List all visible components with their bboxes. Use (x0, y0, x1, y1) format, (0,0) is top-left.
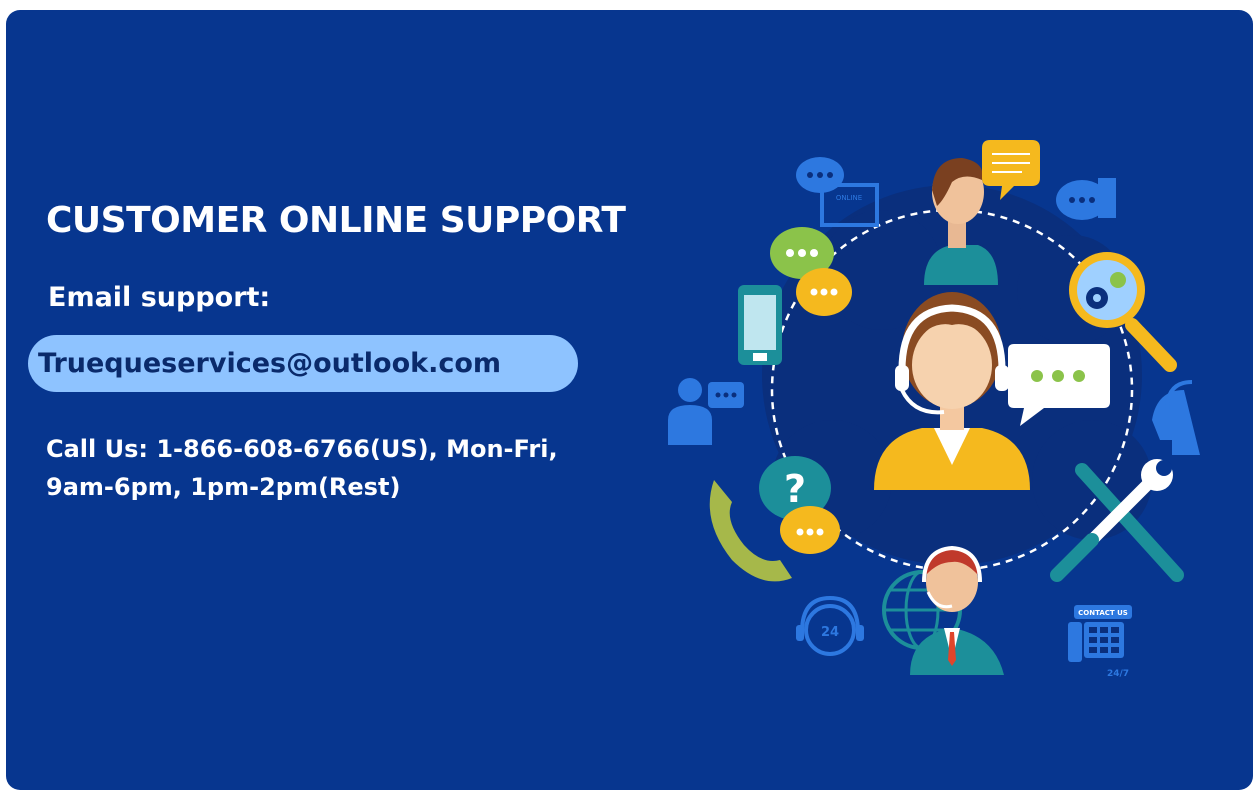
svg-text:?: ? (784, 467, 806, 511)
headset-24-icon: 24 (796, 595, 864, 656)
chat-bubble-blue-icon (1056, 178, 1116, 220)
badge-24-7: 24/7 (1107, 669, 1129, 679)
online-label: ONLINE (836, 194, 862, 202)
support-banner: CUSTOMER ONLINE SUPPORT Email support: T… (6, 10, 1253, 790)
page-title: CUSTOMER ONLINE SUPPORT (46, 200, 626, 241)
email-address-link[interactable]: Truequeservices@outlook.com (28, 335, 578, 392)
call-us-line-1: Call Us: 1-866-608-6766(US), Mon-Fri, (46, 435, 558, 463)
support-illustration: ONLINE ? 24 CONTACT US 24/7 (668, 140, 1200, 679)
call-us-info: Call Us: 1-866-608-6766(US), Mon-Fri, 9a… (46, 430, 558, 506)
headset-head-icon (1152, 380, 1200, 455)
call-us-line-2: 9am-6pm, 1pm-2pm(Rest) (46, 473, 401, 501)
email-address-text: Truequeservices@outlook.com (38, 348, 502, 379)
contact-phone-icon: CONTACT US 24/7 (1068, 605, 1132, 679)
contact-us-label: CONTACT US (1078, 609, 1128, 617)
email-support-label: Email support: (48, 282, 271, 313)
smartphone-icon (738, 285, 782, 365)
person-chat-icon (668, 378, 744, 445)
badge-24: 24 (821, 625, 839, 640)
